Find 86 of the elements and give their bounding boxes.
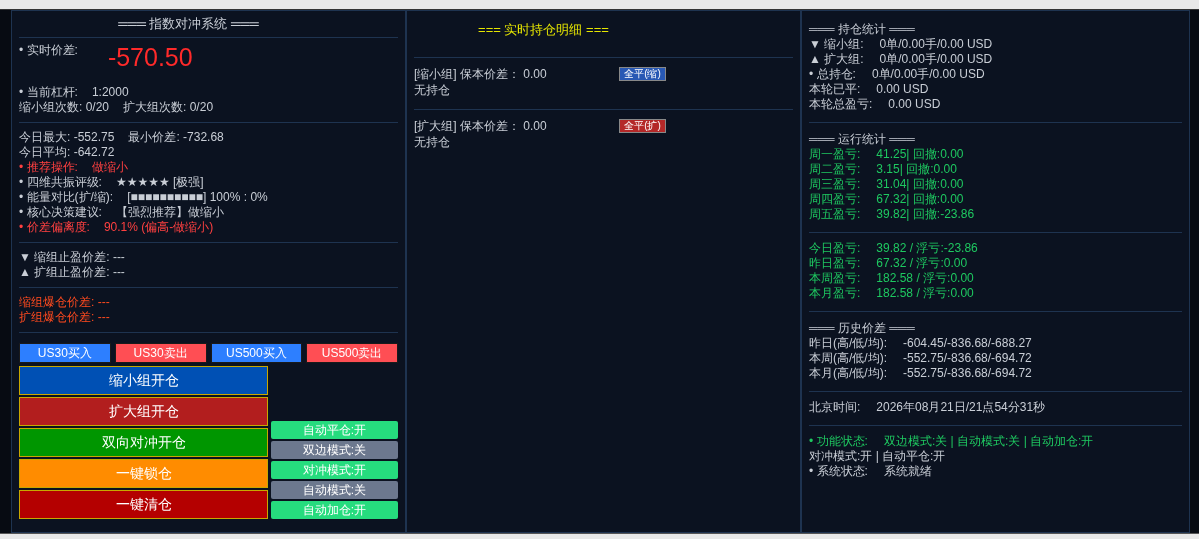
trade-button[interactable]: US500卖出	[306, 343, 398, 363]
info-value: 0单/0.00手/0.00 USD	[879, 37, 993, 52]
section-title: ═══ 运行统计 ═══	[809, 131, 916, 147]
info-label: • 当前杠杆:	[19, 85, 78, 100]
info-value: 67.32 / 浮亏:0.00	[876, 256, 968, 271]
info-label: 周三盈亏:	[809, 177, 861, 192]
info-label: 北京时间:	[809, 400, 861, 415]
info-value: 【强烈推荐】做缩小	[115, 205, 224, 220]
info-value: 扩大组次数: 0/20	[123, 100, 214, 115]
info-label: 本周(高/低/均):	[809, 351, 887, 366]
info-label: • 能量对比(扩/缩):	[19, 190, 114, 205]
info-label: • 推荐操作:	[19, 160, 78, 175]
info-label: 周四盈亏:	[809, 192, 861, 207]
info-label: 扩组爆仓价差: ---	[19, 310, 110, 325]
info-label: • 系统状态:	[809, 464, 868, 479]
panel-title: === 实时持仓明细 ===	[477, 21, 610, 39]
section-title: ═══ 持仓统计 ═══	[809, 21, 916, 37]
action-button[interactable]: 双向对冲开仓	[19, 428, 268, 457]
info-value: 182.58 / 浮亏:0.00	[876, 286, 974, 301]
info-label: 本轮总盈亏:	[809, 97, 873, 112]
action-button[interactable]: 一键清仓	[19, 490, 268, 519]
info-label: ▼ 缩组止盈价差: ---	[19, 250, 125, 265]
toggle-button[interactable]: 自动模式:关	[271, 481, 398, 499]
info-value: 2026年08月21日/21点54分31秒	[876, 400, 1046, 415]
price-label: • 实时价差:	[19, 42, 78, 59]
info-label: • 总持仓:	[809, 67, 856, 82]
info-value: [■■■■■■■■■■] 100% : 0%	[127, 190, 268, 205]
info-label: 昨日(高/低/均):	[809, 336, 887, 351]
info-label: 今日平均: -642.72	[19, 145, 115, 160]
close-all-button[interactable]: 全平(扩)	[619, 119, 666, 133]
info-value: 1:2000	[91, 85, 129, 100]
info-value: -552.75/-836.68/-694.72	[903, 366, 1032, 381]
info-label: ▲ 扩大组:	[809, 52, 864, 67]
info-label: 缩小组次数: 0/20	[19, 100, 110, 115]
info-value: 0单/0.00手/0.00 USD	[871, 67, 985, 82]
info-label: ▲ 扩组止盈价差: ---	[19, 265, 125, 280]
trade-button[interactable]: US30卖出	[114, 343, 207, 363]
info-value: 39.82| 回撤:-23.86	[876, 207, 975, 222]
info-value: 0.00 USD	[876, 82, 929, 97]
info-value: 90.1% (偏高-做缩小)	[103, 220, 214, 235]
action-button[interactable]: 一键锁仓	[19, 459, 268, 488]
close-all-button[interactable]: 全平(缩)	[619, 67, 666, 81]
trade-button[interactable]: US30买入	[19, 343, 111, 363]
info-label: • 功能状态:	[809, 434, 868, 449]
group-header: [缩小组] 保本价差： 0.00	[414, 66, 548, 82]
info-label: 今日最大: -552.75	[19, 130, 115, 145]
info-label: 周二盈亏:	[809, 162, 861, 177]
info-label: 周一盈亏:	[809, 147, 861, 162]
info-value: 67.32| 回撤:0.00	[876, 192, 964, 207]
toggle-button[interactable]: 双边模式:关	[271, 441, 398, 459]
position-status: 无持仓	[414, 82, 451, 99]
panel-title: ═══ 指数对冲系统 ═══	[117, 15, 260, 33]
info-value: 39.82 / 浮亏:-23.86	[876, 241, 978, 256]
info-label: 今日盈亏:	[809, 241, 861, 256]
info-value: 0.00 USD	[888, 97, 941, 112]
info-value: 系统就绪	[883, 464, 932, 479]
info-label: 对冲模式:开 | 自动平仓:开	[809, 449, 946, 464]
info-value: -604.45/-836.68/-688.27	[903, 336, 1032, 351]
info-label: 周五盈亏:	[809, 207, 861, 222]
info-label: ▼ 缩小组:	[809, 37, 864, 52]
info-value: ★★★★★ [极强]	[115, 175, 204, 190]
position-status: 无持仓	[414, 134, 451, 151]
info-label: • 核心决策建议:	[19, 205, 102, 220]
info-value: 41.25| 回撤:0.00	[876, 147, 964, 162]
group-header: [扩大组] 保本价差： 0.00	[414, 118, 548, 134]
info-label: 本月盈亏:	[809, 286, 861, 301]
info-label: • 价差偏离度:	[19, 220, 90, 235]
section-title: ═══ 历史价差 ═══	[809, 320, 916, 336]
info-label: 昨日盈亏:	[809, 256, 861, 271]
info-value: 最小价差: -732.68	[128, 130, 224, 145]
action-button[interactable]: 扩大组开仓	[19, 397, 268, 426]
info-label: 本轮已平:	[809, 82, 861, 97]
info-value: -552.75/-836.68/-694.72	[903, 351, 1032, 366]
info-label: 本周盈亏:	[809, 271, 861, 286]
action-button[interactable]: 缩小组开仓	[19, 366, 268, 395]
info-value: 31.04| 回撤:0.00	[876, 177, 964, 192]
info-label: 缩组爆仓价差: ---	[19, 295, 110, 310]
info-value: 双边模式:关 | 自动模式:关 | 自动加仓:开	[883, 434, 1094, 449]
info-value: 0单/0.00手/0.00 USD	[879, 52, 993, 67]
info-label: 本月(高/低/均):	[809, 366, 887, 381]
info-label: • 四维共振评级:	[19, 175, 102, 190]
info-value: 3.15| 回撤:0.00	[876, 162, 957, 177]
info-value: 做缩小	[91, 160, 128, 175]
trade-button[interactable]: US500买入	[210, 343, 303, 363]
info-value: 182.58 / 浮亏:0.00	[876, 271, 974, 286]
price-value: -570.50	[107, 42, 193, 72]
